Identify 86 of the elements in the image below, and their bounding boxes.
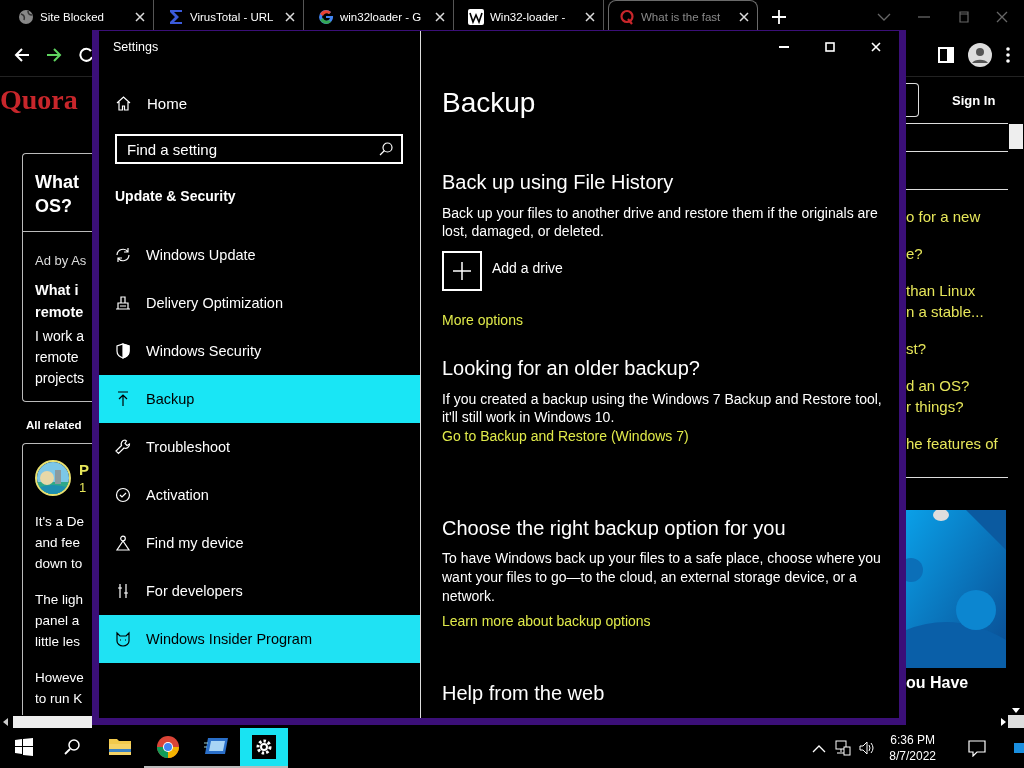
home-icon xyxy=(116,95,131,111)
sigma-icon xyxy=(168,8,184,25)
right-arrow-icon[interactable] xyxy=(1001,717,1006,726)
description-text: If you created a backup using the Windows 7 Backup and Restore tool, it'll still work in Windows 10. xyxy=(442,390,882,426)
page-title: Backup xyxy=(442,86,537,120)
home-link[interactable]: Home xyxy=(99,86,420,120)
nav-item[interactable]: Backup xyxy=(99,375,420,423)
volume-icon[interactable] xyxy=(859,740,876,756)
answer-text: It's a De and fee down to xyxy=(35,513,86,573)
related-question-link[interactable]: he features of xyxy=(906,433,1008,454)
person-icon xyxy=(115,535,131,551)
sign-in-link[interactable]: Sign In xyxy=(952,92,996,108)
shield-icon xyxy=(115,343,131,359)
link[interactable]: Go to Backup and Restore (Windows 7) xyxy=(442,427,689,445)
down-arrow-icon[interactable] xyxy=(1012,708,1020,713)
related-question-link[interactable]: o for a new xyxy=(906,206,1008,227)
wrench-icon xyxy=(115,439,131,455)
nav-item[interactable]: Windows Update xyxy=(99,231,420,279)
description-text: To have Windows back up your files to a safe place, choose where you want your files to go—to the cloud, an external storage device, or a network. xyxy=(442,549,882,606)
check-circle-icon xyxy=(115,487,131,503)
plus-icon xyxy=(453,262,471,280)
gear-icon xyxy=(252,735,276,759)
search-icon xyxy=(379,142,393,156)
restore-icon[interactable] xyxy=(957,10,969,23)
nav-item[interactable]: Delivery Optimization xyxy=(99,279,420,327)
scrollbar-thumb[interactable] xyxy=(13,715,92,728)
ad-title[interactable]: What i remote xyxy=(35,279,92,323)
author-meta: 1 xyxy=(79,480,88,496)
nav-item[interactable]: Activation xyxy=(99,471,420,519)
nav-item[interactable]: Windows Security xyxy=(99,327,420,375)
related-question-link[interactable]: than Linux n a stable... xyxy=(906,280,1008,322)
ad-headline: ou Have xyxy=(906,673,970,693)
forward-arrow-icon[interactable] xyxy=(46,46,62,63)
section-heading: Looking for an older backup? xyxy=(442,356,701,381)
upload-arrow-icon xyxy=(115,391,131,407)
cat-icon xyxy=(115,631,131,647)
related-question-link[interactable]: e? xyxy=(906,243,1008,264)
clock-time[interactable]: 6:36 PM xyxy=(889,732,936,748)
section-heading: Choose the right backup option for you xyxy=(442,516,787,541)
author-name[interactable]: P xyxy=(79,460,89,480)
reload-icon[interactable] xyxy=(78,46,92,63)
sliders-icon xyxy=(115,583,131,599)
nav-item[interactable]: For developers xyxy=(99,567,420,615)
window-title: Settings xyxy=(112,39,160,56)
section-heading: Back up using File History xyxy=(442,170,675,195)
section-heading: All related xyxy=(26,419,83,431)
section-heading: Update & Security xyxy=(115,187,237,205)
taskbar-app-button[interactable] xyxy=(240,728,288,768)
more-menu-icon[interactable] xyxy=(1006,46,1010,63)
nav-item[interactable]: Windows Insider Program xyxy=(99,615,420,663)
back-arrow-icon[interactable] xyxy=(14,46,30,63)
search-icon[interactable] xyxy=(64,739,80,755)
ad-label: Ad by As xyxy=(35,252,88,270)
scrollbar-corner xyxy=(1008,715,1024,728)
maximize-icon[interactable] xyxy=(825,42,835,52)
left-arrow-icon[interactable] xyxy=(3,717,8,726)
answer-text: Howeve to run K xyxy=(35,669,85,708)
q-logo-icon xyxy=(619,9,635,25)
related-question-link[interactable]: st? xyxy=(906,338,1008,359)
tray-icon xyxy=(115,295,131,311)
section-heading: Help from the web xyxy=(442,681,606,706)
clock-date[interactable]: 8/7/2022 xyxy=(889,748,936,764)
add-drive-button[interactable]: Add a drive xyxy=(442,251,563,291)
link[interactable]: Learn more about backup options xyxy=(442,612,651,630)
windows-logo-icon[interactable] xyxy=(15,738,33,756)
ad-text: I work a remote projects xyxy=(35,327,86,388)
nav-item[interactable]: Find my device xyxy=(99,519,420,567)
site-logo[interactable]: Quora xyxy=(0,84,92,116)
link[interactable]: More options xyxy=(442,311,523,329)
related-question-link[interactable]: d an OS? r things? xyxy=(906,375,1008,417)
sync-icon xyxy=(115,247,131,263)
chrome-logo-icon xyxy=(156,735,180,759)
chevron-down-icon[interactable] xyxy=(877,12,891,21)
network-icon[interactable] xyxy=(835,740,852,756)
notification-icon[interactable] xyxy=(968,739,986,757)
scrollbar-thumb[interactable] xyxy=(1009,124,1023,149)
g-logo-icon xyxy=(318,8,334,25)
profile-avatar-icon[interactable] xyxy=(968,42,992,67)
sidebar-icon[interactable] xyxy=(938,46,954,63)
nav-item[interactable]: Troubleshoot xyxy=(99,423,420,471)
globe-icon xyxy=(18,8,34,25)
answer-text: The ligh panel a little les xyxy=(35,591,85,651)
chevron-up-icon[interactable] xyxy=(812,743,827,753)
description-text: Back up your files to another drive and restore them if the originals are lost, damaged, or deleted. xyxy=(442,204,879,240)
plus-icon[interactable] xyxy=(772,9,786,24)
wiki-icon xyxy=(468,8,484,25)
